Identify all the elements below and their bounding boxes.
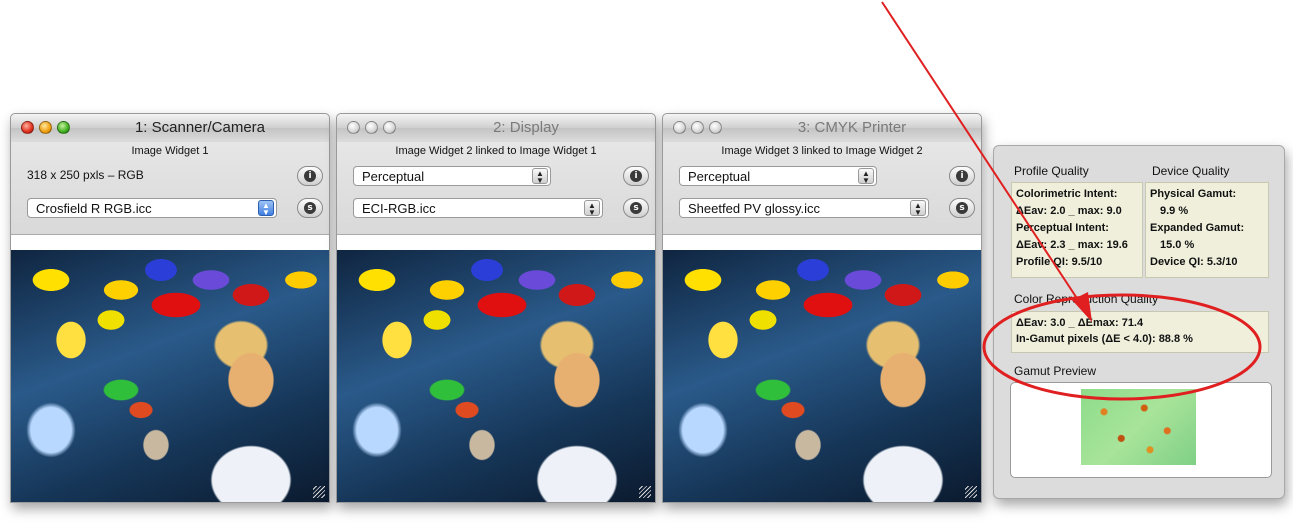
window-controls bbox=[347, 121, 396, 134]
widget-label: Image Widget 3 linked to Image Widget 2 bbox=[721, 145, 923, 157]
gamut-preview bbox=[1010, 382, 1272, 478]
info-button[interactable]: i bbox=[949, 166, 975, 186]
window-controls bbox=[21, 121, 70, 134]
device-line: Expanded Gamut: bbox=[1150, 222, 1245, 234]
resize-grip-icon[interactable] bbox=[313, 486, 325, 498]
profile-value: Sheetfed PV glossy.icc bbox=[688, 201, 820, 216]
info-icon: i bbox=[956, 170, 968, 182]
profile-quality-label: Profile Quality bbox=[1014, 164, 1089, 178]
cmyk-printer-window: 3: CMYK Printer Image Widget 3 linked to… bbox=[662, 113, 982, 503]
photo-image bbox=[11, 250, 329, 502]
minimize-button[interactable] bbox=[691, 121, 704, 134]
profile-select[interactable]: ECI-RGB.icc ▲ ▼ bbox=[353, 198, 603, 218]
device-line: Physical Gamut: bbox=[1150, 188, 1237, 200]
quality-window: Profile Quality Device Quality Colorimet… bbox=[993, 145, 1285, 499]
widget-label: Image Widget 1 bbox=[131, 145, 209, 157]
profile-select[interactable]: Sheetfed PV glossy.icc ▲ ▼ bbox=[679, 198, 929, 218]
window-controls bbox=[673, 121, 722, 134]
profile-line: Perceptual Intent: bbox=[1016, 222, 1109, 234]
intent-select[interactable]: Perceptual ▲ ▼ bbox=[353, 166, 551, 186]
intent-value: Perceptual bbox=[688, 169, 751, 184]
color-repro-label: Color Reproduction Quality bbox=[1014, 292, 1159, 306]
device-line: 9.9 % bbox=[1160, 205, 1189, 217]
photo-image bbox=[663, 250, 981, 502]
repro-line: In-Gamut pixels (ΔE < 4.0): 88.8 % bbox=[1016, 333, 1193, 345]
close-button[interactable] bbox=[21, 121, 34, 134]
device-line: Device QI: 5.3/10 bbox=[1150, 256, 1238, 268]
profile-select[interactable]: Crosfield R RGB.icc ▲ ▼ bbox=[27, 198, 277, 218]
window-title: 2: Display bbox=[493, 119, 559, 136]
profile-line: Colorimetric Intent: bbox=[1016, 188, 1118, 200]
settings-button[interactable]: s bbox=[949, 198, 975, 218]
profile-value: ECI-RGB.icc bbox=[362, 201, 436, 216]
widget-label: Image Widget 2 linked to Image Widget 1 bbox=[395, 145, 597, 157]
profile-value: Crosfield R RGB.icc bbox=[36, 201, 152, 216]
image-view[interactable] bbox=[337, 250, 655, 502]
profile-line: ΔEav: 2.0 _ max: 9.0 bbox=[1016, 205, 1122, 217]
chevron-updown-icon: ▲ ▼ bbox=[258, 200, 274, 217]
zoom-button[interactable] bbox=[57, 121, 70, 134]
close-button[interactable] bbox=[347, 121, 360, 134]
settings-button[interactable]: s bbox=[623, 198, 649, 218]
settings-button[interactable]: s bbox=[297, 198, 323, 218]
intent-value: Perceptual bbox=[362, 169, 425, 184]
titlebar[interactable]: 1: Scanner/Camera bbox=[11, 114, 329, 142]
device-quality-box: Physical Gamut: 9.9 % Expanded Gamut: 15… bbox=[1145, 182, 1269, 278]
divider bbox=[663, 235, 981, 251]
widget-panel: Image Widget 3 linked to Image Widget 2 … bbox=[663, 142, 981, 235]
minimize-button[interactable] bbox=[39, 121, 52, 134]
titlebar[interactable]: 2: Display bbox=[337, 114, 655, 142]
widget-panel: Image Widget 2 linked to Image Widget 1 … bbox=[337, 142, 655, 235]
chevron-updown-icon: ▲ ▼ bbox=[858, 168, 874, 185]
image-info: 318 x 250 pxls – RGB bbox=[27, 168, 144, 182]
widget-panel: Image Widget 1 318 x 250 pxls – RGB i Cr… bbox=[11, 142, 329, 235]
chevron-updown-icon: ▲ ▼ bbox=[584, 200, 600, 217]
info-icon: i bbox=[304, 170, 316, 182]
s-icon: s bbox=[630, 202, 642, 214]
color-repro-box: ΔEav: 3.0 _ ΔEmax: 71.4 In-Gamut pixels … bbox=[1011, 311, 1269, 353]
divider bbox=[337, 235, 655, 251]
close-button[interactable] bbox=[673, 121, 686, 134]
profile-line: Profile QI: 9.5/10 bbox=[1016, 256, 1103, 268]
gamut-preview-image bbox=[1081, 389, 1196, 465]
device-quality-label: Device Quality bbox=[1152, 164, 1230, 178]
repro-line: ΔEav: 3.0 _ ΔEmax: 71.4 bbox=[1016, 317, 1144, 329]
s-icon: s bbox=[956, 202, 968, 214]
image-view[interactable] bbox=[11, 250, 329, 502]
window-title: 3: CMYK Printer bbox=[797, 119, 907, 136]
minimize-button[interactable] bbox=[365, 121, 378, 134]
zoom-button[interactable] bbox=[709, 121, 722, 134]
device-line: 15.0 % bbox=[1160, 239, 1195, 251]
photo-image bbox=[337, 250, 655, 502]
info-button[interactable]: i bbox=[297, 166, 323, 186]
titlebar[interactable]: 3: CMYK Printer bbox=[663, 114, 981, 142]
scanner-camera-window: 1: Scanner/Camera Image Widget 1 318 x 2… bbox=[10, 113, 330, 503]
s-icon: s bbox=[304, 202, 316, 214]
display-window: 2: Display Image Widget 2 linked to Imag… bbox=[336, 113, 656, 503]
profile-line: ΔEav: 2.3 _ max: 19.6 bbox=[1016, 239, 1128, 251]
chevron-updown-icon: ▲ ▼ bbox=[910, 200, 926, 217]
chevron-updown-icon: ▲ ▼ bbox=[532, 168, 548, 185]
image-view[interactable] bbox=[663, 250, 981, 502]
intent-select[interactable]: Perceptual ▲ ▼ bbox=[679, 166, 877, 186]
profile-quality-box: Colorimetric Intent: ΔEav: 2.0 _ max: 9.… bbox=[1011, 182, 1143, 278]
info-icon: i bbox=[630, 170, 642, 182]
info-button[interactable]: i bbox=[623, 166, 649, 186]
gamut-preview-label: Gamut Preview bbox=[1014, 364, 1097, 378]
resize-grip-icon[interactable] bbox=[965, 486, 977, 498]
resize-grip-icon[interactable] bbox=[639, 486, 651, 498]
zoom-button[interactable] bbox=[383, 121, 396, 134]
divider bbox=[11, 235, 329, 251]
window-title: 1: Scanner/Camera bbox=[134, 119, 266, 136]
